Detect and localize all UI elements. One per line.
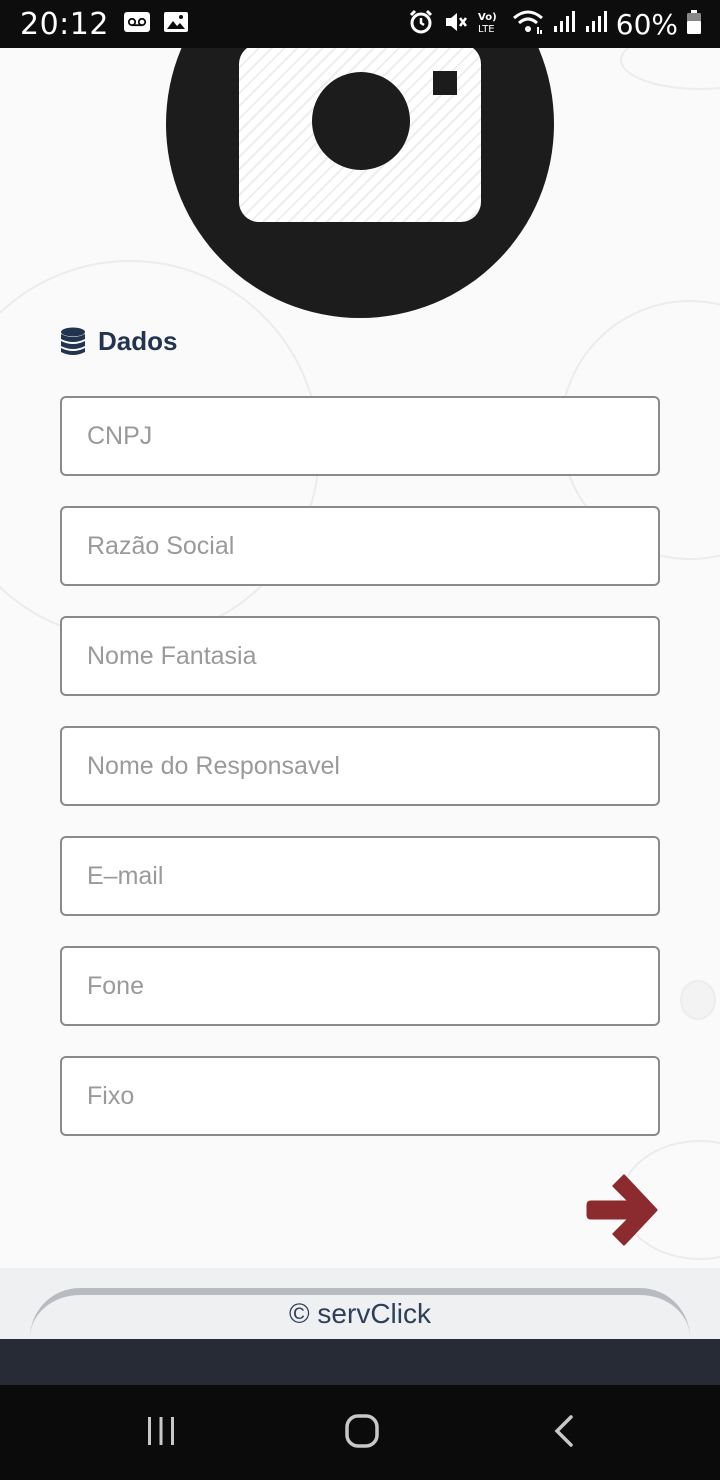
status-bar: 20:12 Vo) LTE 60% (0, 0, 720, 48)
mute-icon (442, 9, 468, 40)
background-decoration (680, 980, 716, 1020)
section-title: Dados (98, 326, 178, 356)
cnpj-field[interactable] (60, 396, 660, 476)
fixo-field[interactable] (60, 1056, 660, 1136)
razao-social-field[interactable] (60, 506, 660, 586)
section-header: Dados (60, 326, 177, 357)
status-time: 20:12 (20, 6, 109, 42)
nome-fantasia-field[interactable] (60, 616, 660, 696)
home-button[interactable] (332, 1403, 392, 1463)
recents-icon (145, 1415, 177, 1452)
fone-input[interactable] (62, 948, 658, 1024)
volte-icon: Vo) LTE (476, 9, 504, 40)
email-input[interactable] (62, 838, 658, 914)
email-field[interactable] (60, 836, 660, 916)
fixo-input[interactable] (62, 1058, 658, 1134)
screen: 20:12 Vo) LTE 60% Dados CNPJ Razão Socia… (0, 0, 720, 1480)
nome-responsavel-field[interactable] (60, 726, 660, 806)
nome-responsavel-input[interactable] (62, 728, 658, 804)
footer-copyright: © servClick (289, 1298, 431, 1329)
database-icon (60, 327, 86, 357)
home-icon (344, 1413, 380, 1454)
battery-icon (686, 9, 702, 40)
fone-field[interactable] (60, 946, 660, 1026)
next-button[interactable] (586, 1172, 660, 1248)
signal-icon (552, 10, 576, 39)
nome-fantasia-input[interactable] (62, 618, 658, 694)
cnpj-input[interactable] (62, 398, 658, 474)
voicemail-icon (123, 11, 151, 38)
battery-percent: 60% (615, 7, 678, 41)
system-nav-bar (0, 1385, 720, 1480)
camera-icon (239, 44, 481, 222)
camera-lens (312, 72, 410, 170)
svg-text:Vo): Vo) (478, 12, 497, 23)
back-button[interactable] (533, 1403, 593, 1463)
footer-bottom-bar (0, 1339, 720, 1385)
signal-icon (584, 10, 608, 39)
recents-button[interactable] (131, 1403, 191, 1463)
camera-flash (433, 71, 457, 95)
alarm-icon (408, 9, 434, 40)
image-icon (163, 11, 189, 38)
svg-text:LTE: LTE (478, 24, 495, 35)
razao-social-input[interactable] (62, 508, 658, 584)
arrow-right-icon (586, 1174, 660, 1252)
wifi-icon (512, 9, 544, 40)
back-icon (551, 1414, 575, 1453)
